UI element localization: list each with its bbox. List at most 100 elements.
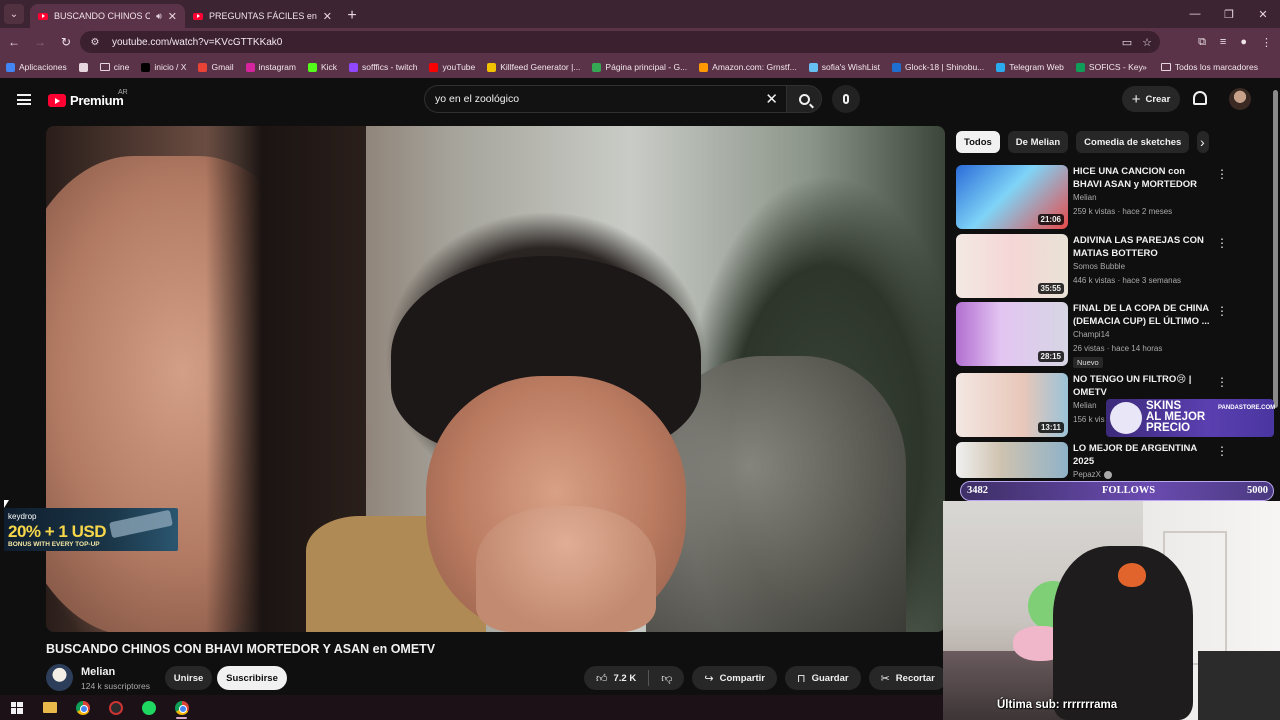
reload-button[interactable]: ↻ [54,30,78,54]
clear-search-icon[interactable]: ✕ [765,90,778,108]
account-avatar[interactable] [1229,88,1251,110]
start-button[interactable] [0,695,33,720]
more-options-icon[interactable]: ⋮ [1216,236,1228,250]
recommendation-title[interactable]: NO TENGO UN FILTRO😢 | OMETV [1073,373,1213,399]
join-button[interactable]: Unirse [165,666,212,690]
dislike-button[interactable]: 👎︎ [649,666,684,690]
new-tab-button[interactable]: + [340,4,364,28]
bookmark-item[interactable]: Glock-18 | Shinobu... [892,62,984,72]
video-thumbnail[interactable]: 13:11 [956,373,1068,437]
video-thumbnail[interactable]: 21:06 [956,165,1068,229]
cast-icon[interactable]: ▭ [1122,36,1132,49]
menu-icon[interactable] [17,94,31,105]
channel-label: Melian [1073,401,1097,410]
bookmark-item[interactable]: Amazon.com: Grnstf... [699,62,797,72]
taskbar-chrome[interactable] [66,695,99,720]
tab-preguntas[interactable]: PREGUNTAS FÁCILES en CÓRDO ✕ [185,4,340,28]
chip-de-melian[interactable]: De Melian [1007,131,1069,153]
bookmark-item[interactable]: Gmail [198,62,234,72]
voice-search-button[interactable] [832,85,860,113]
save-button[interactable]: ⊓ Guardar [785,666,861,690]
bookmark-item[interactable]: Página principal - G... [592,62,687,72]
recommendation-channel[interactable]: Somos Bubble [1073,262,1125,271]
subscribe-button[interactable]: Suscribirse [217,666,287,690]
chevron-right-icon[interactable]: › [1200,134,1205,150]
search-button[interactable] [786,85,822,113]
recommendation-channel[interactable]: Melian [1073,193,1097,202]
more-options-icon[interactable]: ⋮ [1216,304,1228,318]
keydrop-logo: keydrop [8,512,37,521]
bookmark-item[interactable]: sofffics - twitch [349,62,417,72]
notifications-bell-icon[interactable] [1193,91,1207,105]
taskbar-app[interactable] [99,695,132,720]
chip-todos[interactable]: Todos [956,131,1000,153]
site-info-icon[interactable]: ⚙ [88,35,102,49]
chrome-menu-icon[interactable]: ⋮ [1261,36,1272,49]
recommendation-item[interactable]: 35:55 ADIVINA LAS PAREJAS CON MATIAS BOTT… [956,234,1256,298]
bookmark-star-icon[interactable]: ☆ [1142,36,1152,49]
forward-button[interactable]: → [28,30,52,54]
recommendation-title[interactable]: ADIVINA LAS PAREJAS CON MATIAS BOTTERO [1073,234,1213,260]
profile-icon[interactable]: ● [1240,36,1247,48]
chip-comedia[interactable]: Comedia de sketches [1076,131,1190,153]
channel-avatar[interactable] [46,664,73,691]
bookmark-item[interactable]: instagram [245,62,296,72]
recommendation-item[interactable]: 21:06 HICE UNA CANCION con BHAVI ASAN y M… [956,165,1256,229]
tab-close-icon[interactable]: ✕ [168,10,177,23]
recommendation-channel[interactable]: Champi14 [1073,330,1109,339]
recommendation-item[interactable]: 28:15 FINAL DE LA COPA DE CHINA (DEMACIA … [956,302,1256,368]
recommendation-channel[interactable]: PepazX [1073,470,1113,479]
back-button[interactable]: ← [2,30,26,54]
tab-current-video[interactable]: BUSCANDO CHINOS CON 🔊︎ ✕ [30,4,185,28]
share-label: Compartir [719,672,766,684]
bookmark-item[interactable]: Aplicaciones [6,62,67,72]
media-controls-icon[interactable]: ≡ [1220,36,1226,48]
youtube-logo[interactable]: Premium AR [48,89,128,108]
tab-close-icon[interactable]: ✕ [323,10,332,23]
scrollbar-thumb[interactable] [1273,90,1278,408]
recommendation-title[interactable]: HICE UNA CANCION con BHAVI ASAN y MORTED… [1073,165,1213,191]
search-input[interactable]: yo en el zoológico ✕ [424,85,786,113]
bookmark-item[interactable]: Kick [307,62,337,72]
bookmark-item[interactable]: Killfeed Generator |... [487,62,580,72]
bookmark-item[interactable]: sofia's WishList [808,62,880,72]
clip-button[interactable]: ✂ Recortar [868,666,947,690]
video-thumbnail[interactable] [956,442,1068,478]
extensions-icon[interactable]: ⧉ [1198,36,1206,49]
bookmark-item[interactable]: youTube [429,62,475,72]
recommendation-title[interactable]: LO MEJOR DE ARGENTINA 2025 [1073,442,1213,468]
speaker-icon[interactable]: 🔊︎ [156,11,162,22]
restore-icon[interactable]: ❐ [1212,0,1246,28]
close-window-icon[interactable]: ✕ [1246,0,1280,28]
recommendation-channel[interactable]: Melian [1073,401,1097,410]
bookmark-item[interactable]: inicio / X [141,62,186,72]
create-button[interactable]: + Crear [1122,86,1180,112]
bookmark-label: inicio / X [154,62,187,72]
more-options-icon[interactable]: ⋮ [1216,444,1228,458]
more-options-icon[interactable]: ⋮ [1216,167,1228,181]
more-options-icon[interactable]: ⋮ [1216,375,1228,389]
bookmark-item[interactable]: Telegram Web [996,62,1064,72]
address-bar[interactable]: ⚙ youtube.com/watch?v=KVcGTTKKak0 ▭ ☆ [80,31,1160,53]
video-player[interactable] [46,126,945,632]
share-button[interactable]: ↪ Compartir [692,666,778,690]
video-thumbnail[interactable]: 35:55 [956,234,1068,298]
all-bookmarks-folder[interactable]: Todos los marcadores [1160,62,1258,72]
search-icon [798,93,810,105]
bookmark-item[interactable] [78,62,88,72]
bookmark-favicon-icon [141,62,151,72]
channel-name[interactable]: Melian [81,666,115,678]
like-button[interactable]: 👍︎ 7.2 K [584,666,648,690]
bookmark-favicon-icon [6,62,15,72]
recommendation-title[interactable]: FINAL DE LA COPA DE CHINA (DEMACIA CUP) … [1073,302,1213,328]
more-bookmarks-icon[interactable]: » [1142,62,1147,72]
bookmark-item[interactable]: SOFICS - Key [1075,62,1143,72]
minimize-icon[interactable]: — [1178,0,1212,28]
tab-search-button[interactable]: ⌄ [4,4,24,24]
taskbar-chrome-profile[interactable] [165,695,198,720]
taskbar-spotify[interactable] [132,695,165,720]
video-thumbnail[interactable]: 28:15 [956,302,1068,366]
bookmark-item[interactable]: cine [99,62,129,72]
taskbar-file-explorer[interactable] [33,695,66,720]
page-scrollbar[interactable] [1271,78,1280,501]
